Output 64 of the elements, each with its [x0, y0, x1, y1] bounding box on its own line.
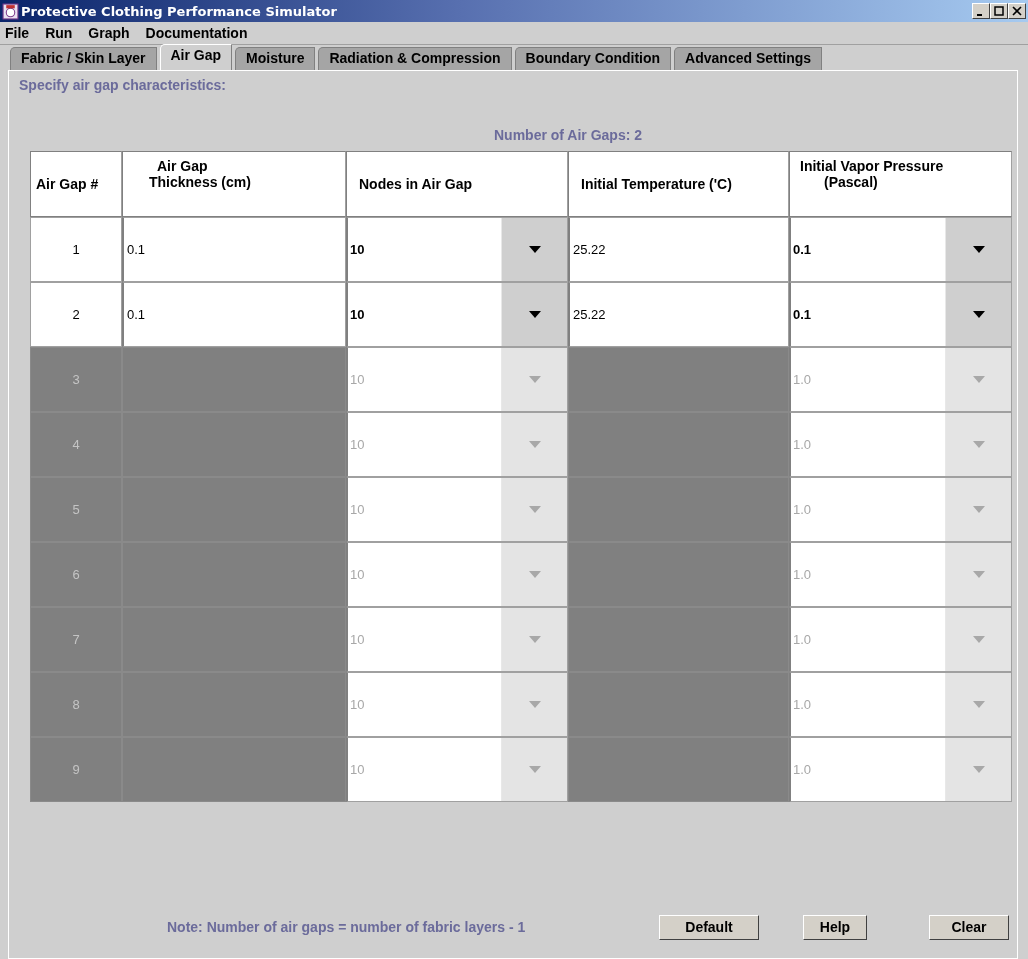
column-header: Initial Temperature ('C) — [568, 151, 789, 217]
table-cell: 8 — [30, 672, 122, 737]
caret-icon — [528, 376, 541, 383]
column-header: Nodes in Air Gap — [346, 151, 568, 217]
column-header: Initial Vapor Pressure (Pascal) — [789, 151, 1012, 217]
caret-icon — [972, 701, 985, 708]
caret-icon — [528, 701, 541, 708]
close-button[interactable] — [1008, 3, 1026, 19]
input-field[interactable]: 25.22 — [568, 217, 789, 282]
input-field[interactable]: 0.1 — [122, 217, 346, 282]
caret-icon — [528, 636, 541, 643]
dropdown[interactable]: 10 — [346, 282, 568, 347]
table-cell: 9 — [30, 737, 122, 802]
input-field[interactable]: 25.22 — [568, 282, 789, 347]
caret-icon — [972, 441, 985, 448]
button[interactable]: Help — [803, 914, 867, 940]
column-header: Air Gap Thickness (cm) — [122, 151, 346, 217]
window-title: Protective Clothing Performance Simulator — [21, 3, 338, 19]
menu-item[interactable]: Graph — [88, 25, 130, 41]
maximize-icon — [994, 6, 1004, 16]
table-cell: 5 — [30, 477, 122, 542]
caret-icon — [528, 506, 541, 513]
caret-icon — [972, 506, 985, 513]
tab[interactable]: Air Gap — [159, 44, 233, 70]
caret-icon — [528, 311, 541, 318]
air-gap-count: Number of Air Gaps: 2 — [492, 127, 644, 145]
caret-icon — [972, 636, 985, 643]
button[interactable]: Clear — [929, 914, 1009, 940]
table-cell: 6 — [30, 542, 122, 607]
table-cell: 1 — [30, 217, 122, 282]
button[interactable]: Default — [659, 914, 759, 940]
table-cell: 3 — [30, 347, 122, 412]
caret-icon — [528, 766, 541, 773]
dropdown[interactable]: 0.1 — [789, 282, 1012, 347]
maximize-button[interactable] — [990, 3, 1008, 19]
note-text: Note: Number of air gaps = number of fabric layers - 1 — [167, 919, 527, 935]
close-icon — [1012, 6, 1022, 16]
menu-item[interactable]: Run — [45, 25, 73, 41]
menu-item[interactable]: File — [5, 25, 30, 41]
caret-icon — [972, 766, 985, 773]
tab[interactable]: Boundary Condition — [514, 47, 672, 70]
caret-icon — [972, 311, 985, 318]
instruction-text: Specify air gap characteristics: — [18, 76, 227, 95]
caret-icon — [528, 441, 541, 448]
menu-item[interactable]: Documentation — [145, 25, 248, 41]
dropdown[interactable]: 10 — [346, 217, 568, 282]
column-header: Air Gap # — [30, 151, 122, 217]
minimize-icon — [977, 13, 982, 16]
input-field[interactable]: 0.1 — [122, 282, 346, 347]
minimize-button[interactable] — [972, 3, 990, 19]
tab[interactable]: Fabric / Skin Layer — [10, 47, 157, 70]
caret-icon — [528, 571, 541, 578]
table-cell: 2 — [30, 282, 122, 347]
tab[interactable]: Advanced Settings — [674, 47, 823, 70]
caret-icon — [972, 246, 985, 253]
dropdown[interactable]: 0.1 — [789, 217, 1012, 282]
caret-icon — [528, 246, 541, 253]
app-icon — [2, 2, 19, 20]
table-cell: 7 — [30, 607, 122, 672]
tab[interactable]: Radiation & Compression — [318, 47, 512, 70]
caret-icon — [972, 376, 985, 383]
tab[interactable]: Moisture — [235, 47, 316, 70]
table-cell: 4 — [30, 412, 122, 477]
caret-icon — [972, 571, 985, 578]
